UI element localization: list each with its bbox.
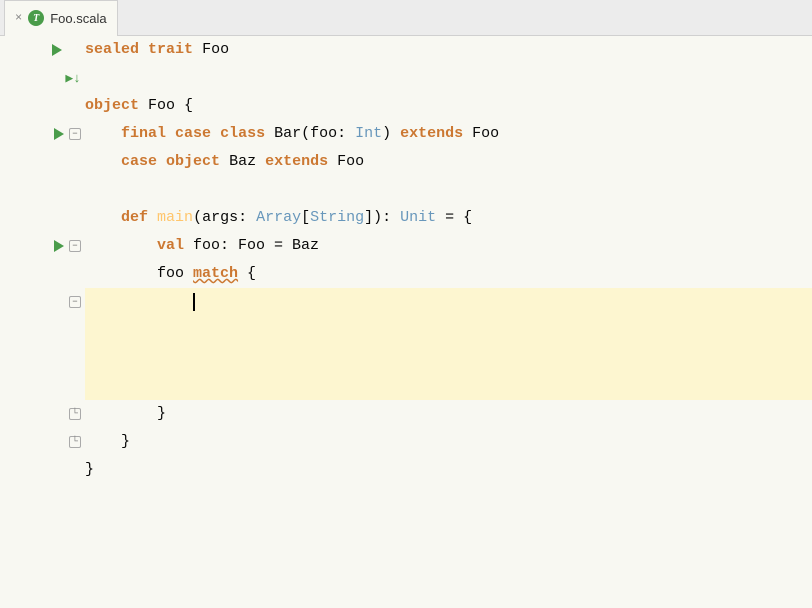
gutter-row-4: −	[0, 120, 85, 148]
code-line-15: }	[85, 428, 812, 456]
step-icon[interactable]: ▶↓	[65, 71, 81, 86]
code-line-1: sealed trait Foo	[85, 36, 812, 64]
gutter-row-12	[0, 344, 85, 372]
gutter-row-2: ▶↓	[0, 64, 85, 92]
gutter-row-16	[0, 456, 85, 484]
gutter-row-15: └	[0, 428, 85, 456]
gutter-row-5	[0, 148, 85, 176]
gutter-row-1	[0, 36, 85, 64]
gutter-row-8: −	[0, 232, 85, 260]
code-line-11	[85, 316, 812, 344]
fold-marker-main[interactable]: −	[69, 240, 81, 252]
gutter-row-3	[0, 92, 85, 120]
run-icon-2[interactable]	[51, 126, 67, 142]
run-icon-3[interactable]	[51, 238, 67, 254]
fold-marker-main-close[interactable]: └	[69, 436, 81, 448]
tab-filename: Foo.scala	[50, 11, 106, 26]
code-line-5: case object Baz extends Foo	[85, 148, 812, 176]
gutter-row-10: −	[0, 288, 85, 316]
run-icon-1[interactable]	[49, 42, 65, 58]
tab-icon: T	[28, 10, 44, 26]
gutter-row-6	[0, 176, 85, 204]
gutter-row-7	[0, 204, 85, 232]
tab-close-button[interactable]: ×	[15, 11, 22, 25]
fold-marker-object[interactable]: −	[69, 128, 81, 140]
editor-container: × T Foo.scala ▶↓	[0, 0, 812, 608]
code-line-3: object Foo {	[85, 92, 812, 120]
code-line-7: def main(args: Array[String]): Unit = {	[85, 204, 812, 232]
fold-marker-match[interactable]: −	[69, 296, 81, 308]
code-line-4: final case class Bar(foo: Int) extends F…	[85, 120, 812, 148]
code-line-9: foo match {	[85, 260, 812, 288]
code-area: ▶↓ − −	[0, 36, 812, 608]
text-cursor	[193, 293, 195, 311]
code-line-2	[85, 64, 812, 92]
code-line-12	[85, 344, 812, 372]
gutter-row-13	[0, 372, 85, 400]
fold-marker-match-close[interactable]: └	[69, 408, 81, 420]
code-line-16: }	[85, 456, 812, 484]
tab-bar: × T Foo.scala	[0, 0, 812, 36]
gutter: ▶↓ − −	[0, 36, 85, 608]
gutter-row-9	[0, 260, 85, 288]
gutter-row-14: └	[0, 400, 85, 428]
code-line-10	[85, 288, 812, 316]
gutter-row-11	[0, 316, 85, 344]
code-line-14: }	[85, 400, 812, 428]
code-lines[interactable]: sealed trait Foo object Foo { final case…	[85, 36, 812, 608]
code-line-6	[85, 176, 812, 204]
file-tab[interactable]: × T Foo.scala	[4, 0, 118, 36]
code-line-13	[85, 372, 812, 400]
code-line-8: val foo: Foo = Baz	[85, 232, 812, 260]
